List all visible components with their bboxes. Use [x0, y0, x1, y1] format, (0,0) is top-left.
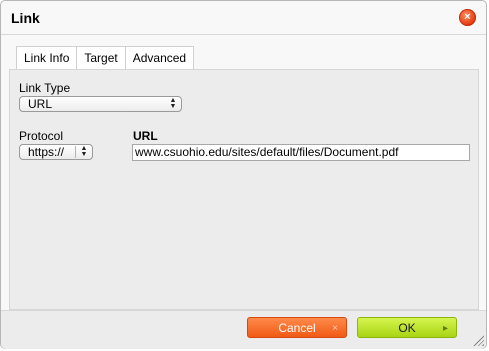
close-icon[interactable]: ×	[459, 9, 476, 26]
select-arrows-icon: ▲ ▼	[80, 145, 88, 158]
tab-target[interactable]: Target	[77, 46, 126, 70]
close-icon: ×	[332, 323, 338, 334]
dialog-tabs: Link Info Target Advanced	[16, 46, 195, 70]
arrow-right-icon: ▸	[442, 323, 448, 334]
link-type-label: Link Type	[19, 81, 71, 95]
ok-button[interactable]: OK ▸	[357, 317, 457, 338]
cancel-button[interactable]: Cancel ×	[247, 317, 347, 338]
select-arrows-icon: ▲ ▼	[169, 97, 177, 110]
protocol-label: Protocol	[19, 129, 64, 143]
tab-link-info[interactable]: Link Info	[16, 46, 78, 70]
link-type-value: URL	[28, 97, 53, 111]
cancel-button-label: Cancel	[278, 321, 316, 335]
dialog-title: Link	[11, 10, 40, 26]
tab-advanced[interactable]: Advanced	[125, 46, 195, 70]
url-label: URL	[133, 129, 158, 143]
select-divider	[75, 146, 76, 158]
protocol-value: https://	[28, 145, 65, 159]
url-input[interactable]: www.csuohio.edu/sites/default/files/Docu…	[132, 144, 470, 161]
ok-button-label: OK	[398, 321, 416, 335]
link-type-select[interactable]: URL ▲ ▼	[19, 96, 182, 112]
link-info-panel: Link Type URL ▲ ▼ Protocol https:// ▲ ▼ UR…	[9, 69, 479, 310]
link-dialog: Link × Link Info Target Advanced Link Ty…	[0, 0, 487, 349]
protocol-select[interactable]: https:// ▲ ▼	[19, 144, 93, 160]
dialog-footer: Cancel × OK ▸	[1, 310, 486, 349]
dialog-titlebar[interactable]: Link ×	[1, 1, 486, 35]
